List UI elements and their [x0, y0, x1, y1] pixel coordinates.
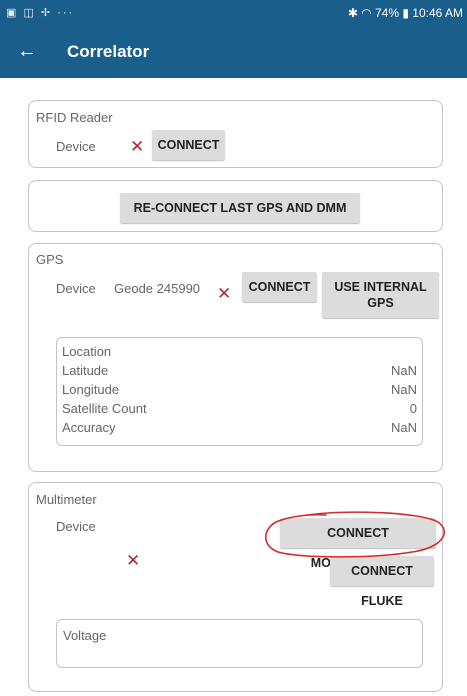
- connect-fluke-button[interactable]: CONNECT FLUKE: [330, 556, 434, 608]
- location-box: Location Latitude NaN Longitude NaN Sate…: [56, 337, 423, 446]
- multimeter-title: Multimeter: [36, 492, 97, 507]
- status-bar: ▣ ◫ ✢ ··· ✱ ◠ 74% ▮ 10:46 AM: [0, 0, 467, 26]
- location-header-row: Location: [62, 344, 417, 363]
- use-internal-gps-label-line1: USE INTERNAL: [334, 280, 427, 294]
- gps-device-name: Geode 245990: [114, 281, 201, 296]
- connect-mooshimeter-button[interactable]: CONNECT MOOSHIMETER: [280, 518, 436, 570]
- multimeter-panel: Multimeter Device ✕ CONNECT MOOSHIMETER …: [28, 482, 443, 692]
- location-header: Location: [62, 344, 112, 359]
- rfid-device-label: Device: [56, 139, 96, 154]
- multimeter-device-label: Device: [56, 519, 96, 534]
- longitude-label: Longitude: [62, 382, 120, 397]
- rfid-connect-label: CONNECT: [157, 138, 220, 152]
- accuracy-label: Accuracy: [62, 420, 116, 435]
- gps-connect-label: CONNECT: [248, 280, 311, 294]
- reconnect-panel: RE-CONNECT LAST GPS AND DMM: [28, 180, 443, 232]
- reconnect-last-gps-dmm-button[interactable]: RE-CONNECT LAST GPS AND DMM: [120, 193, 360, 223]
- connect-fluke-label: CONNECT FLUKE: [351, 564, 413, 608]
- latitude-row: Latitude NaN: [62, 363, 417, 382]
- gps-disconnected-icon: ✕: [217, 284, 232, 303]
- accuracy-row: Accuracy NaN: [62, 420, 417, 439]
- rfid-connect-button[interactable]: CONNECT: [152, 130, 225, 160]
- status-notification-icons: ▣ ◫ ✢ ···: [6, 7, 75, 19]
- latitude-value: NaN: [390, 363, 417, 378]
- app-bar: ← Correlator: [0, 26, 467, 78]
- page-title: Correlator: [67, 42, 150, 61]
- gps-title: GPS: [36, 252, 64, 267]
- latitude-label: Latitude: [62, 363, 109, 378]
- gps-connect-button[interactable]: CONNECT: [242, 272, 317, 302]
- longitude-row: Longitude NaN: [62, 382, 417, 401]
- status-system-info: ✱ ◠ 74% ▮ 10:46 AM: [347, 6, 463, 20]
- accuracy-value: NaN: [390, 420, 417, 435]
- longitude-value: NaN: [390, 382, 417, 397]
- use-internal-gps-label-line2: GPS: [367, 296, 394, 310]
- voltage-box: Voltage: [56, 619, 423, 668]
- back-arrow-icon[interactable]: ←: [14, 38, 40, 64]
- rfid-reader-title: RFID Reader: [36, 110, 113, 125]
- satellite-count-label: Satellite Count: [62, 401, 147, 416]
- rfid-reader-panel: RFID Reader Device ✕ CONNECT: [28, 100, 443, 168]
- use-internal-gps-button[interactable]: USE INTERNAL GPS: [322, 272, 439, 318]
- reconnect-label: RE-CONNECT LAST GPS AND DMM: [133, 201, 347, 215]
- rfid-disconnected-icon: ✕: [130, 137, 145, 156]
- voltage-label: Voltage: [63, 628, 107, 643]
- satellite-count-value: 0: [409, 401, 417, 416]
- satellite-count-row: Satellite Count 0: [62, 401, 417, 420]
- gps-device-label: Device: [56, 281, 96, 296]
- multimeter-disconnected-icon: ✕: [126, 551, 141, 570]
- gps-panel: GPS Device Geode 245990 ✕ CONNECT USE IN…: [28, 243, 443, 472]
